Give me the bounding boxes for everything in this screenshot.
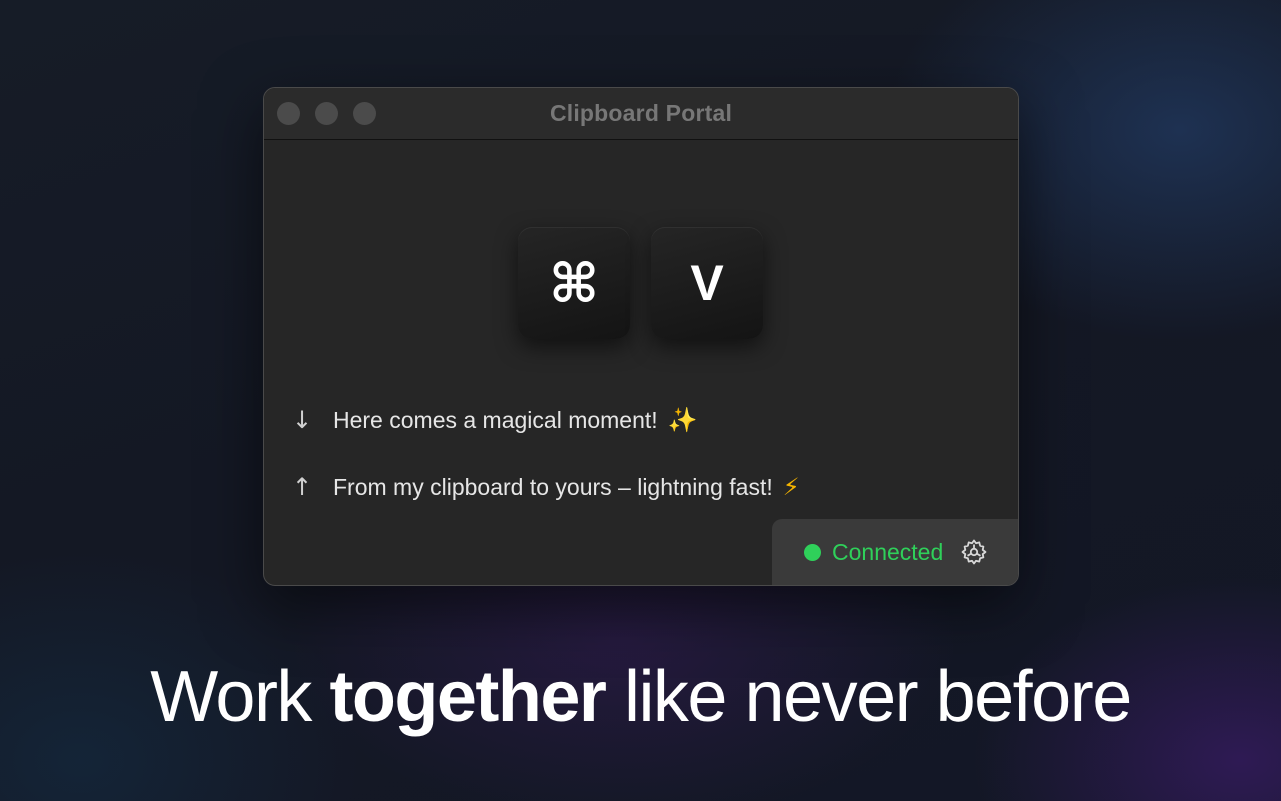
headline-part1: Work <box>150 657 330 737</box>
outgoing-message: ↑ From my clipboard to yours – lightning… <box>291 473 800 501</box>
command-key: ⌘ <box>518 227 630 339</box>
settings-gear-icon[interactable] <box>960 538 988 566</box>
sparkles-icon: ✨ <box>667 406 698 434</box>
incoming-message-text: Here comes a magical moment! <box>333 406 658 433</box>
headline-bold: together <box>329 657 607 737</box>
status-dot-icon <box>804 543 821 561</box>
outgoing-message-text: From my clipboard to yours – lightning f… <box>333 473 773 500</box>
v-key: V <box>651 227 763 339</box>
window-title: Clipboard Portal <box>549 100 733 126</box>
marketing-headline: Work together like never before <box>0 656 1281 738</box>
arrow-down-icon: ↓ <box>291 406 313 434</box>
title-bar[interactable]: Clipboard Portal <box>264 88 1018 140</box>
arrow-up-icon: ↑ <box>291 473 313 501</box>
incoming-message: ↓ Here comes a magical moment! ✨ <box>291 406 698 434</box>
lightning-icon: ⚡ <box>782 473 800 501</box>
headline-part2: like never before <box>605 657 1132 737</box>
connection-status: Connected <box>772 519 1018 585</box>
app-window: Clipboard Portal ⌘ V ↓ Here comes a magi… <box>263 87 1019 586</box>
status-label: Connected <box>832 538 944 565</box>
